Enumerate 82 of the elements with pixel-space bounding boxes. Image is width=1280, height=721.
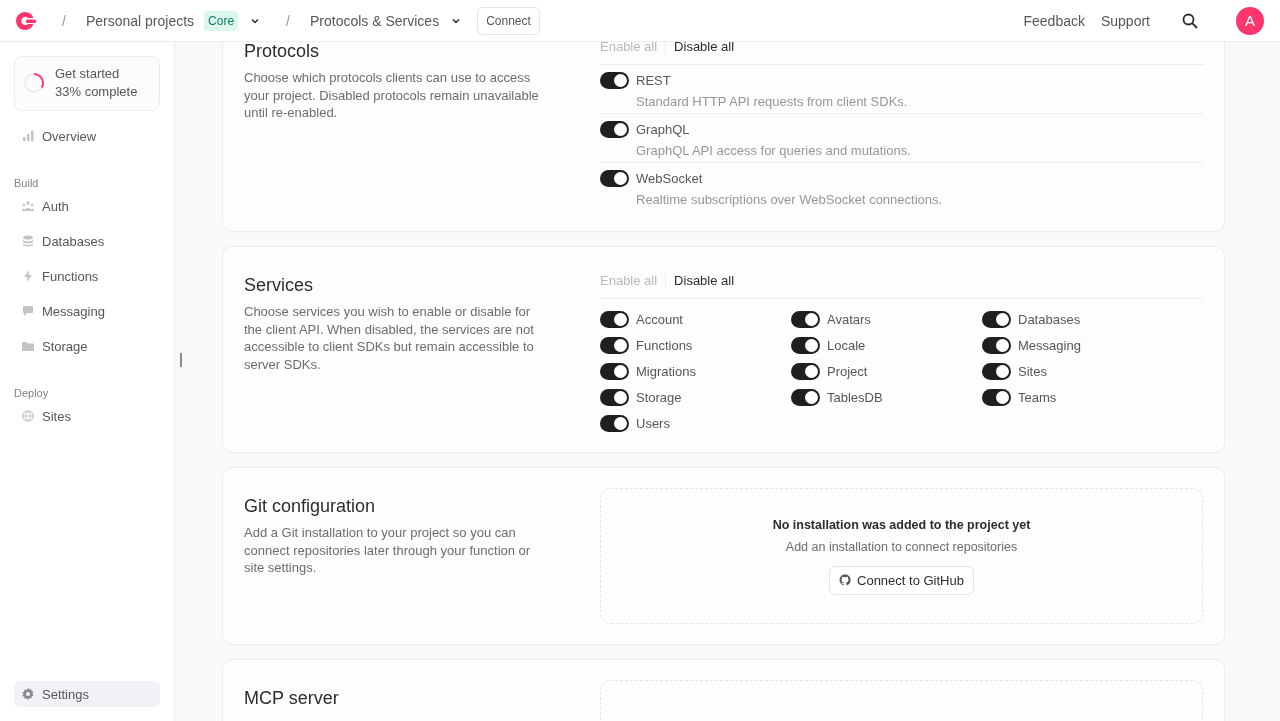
card-description: Add a Git installation to your project so you can connect repositories later through your function or site settings. (244, 524, 532, 577)
toggle-switch[interactable] (982, 363, 1011, 380)
toggle-label: Avatars (827, 311, 871, 328)
bar-chart-icon (22, 130, 34, 142)
toggle-label: Databases (1018, 311, 1081, 328)
toggle-switch[interactable] (982, 311, 1011, 328)
toggle-label: Account (636, 311, 683, 328)
toggle-label: Migrations (636, 363, 696, 380)
toggle-switch[interactable] (982, 389, 1011, 406)
card-description: Choose services you wish to enable or disable for the client API. When disabled, the services are not accessible to client SDKs but remain accessible to server SDKs. (244, 303, 535, 373)
header-link[interactable]: Support (1100, 12, 1150, 29)
toggle-switch[interactable] (791, 311, 820, 328)
sidebar-item[interactable]: Functions (14, 263, 160, 289)
toggle-label: Messaging (1018, 337, 1081, 354)
card-title: MCP server (244, 688, 340, 709)
progress-card[interactable]: Get started 33% complete (14, 56, 160, 111)
toggle-description: GraphQL API access for queries and mutations. (636, 142, 911, 159)
toggle-description: Realtime subscriptions over WebSocket connections. (636, 191, 943, 208)
plan-badge: Core (204, 10, 239, 31)
progress-ring (23, 72, 45, 94)
toggle-label: Storage (636, 389, 682, 406)
toggle-switch[interactable] (600, 415, 629, 432)
toggle-switch[interactable] (600, 389, 629, 406)
sidebar-item[interactable]: Overview (14, 123, 160, 149)
toggle-label: Users (636, 415, 670, 432)
toggle-label: TablesDB (827, 389, 883, 406)
toggle-description: Standard HTTP API requests from client SDKs. (636, 93, 908, 110)
connect-github-button[interactable]: Connect to GitHub (829, 565, 974, 595)
progress-title: Get started (55, 65, 121, 83)
toggle-switch[interactable] (791, 363, 820, 380)
toggle-switch[interactable] (600, 170, 629, 187)
toggle-switch[interactable] (600, 311, 629, 328)
toggle-label: Functions (636, 337, 693, 354)
empty-state-title: No installation was added to the project yet (772, 517, 1031, 532)
logo-icon (14, 10, 36, 31)
toggle-switch[interactable] (600, 72, 629, 89)
header-link[interactable]: Feedback (1023, 12, 1085, 29)
user-avatar[interactable]: A (1236, 6, 1264, 35)
breadcrumb-separator: / (62, 12, 66, 29)
sidebar-item[interactable]: Settings (14, 681, 160, 707)
sidebar-item[interactable]: Sites (14, 403, 160, 429)
breadcrumb-dropdown[interactable]: Protocols & Services (309, 12, 462, 29)
card-title: Git configuration (244, 496, 377, 517)
toggle-label: Locale (827, 337, 866, 354)
toggle-switch[interactable] (600, 363, 629, 380)
sidebar-item[interactable]: Databases (14, 228, 160, 254)
sidebar-item[interactable]: Auth (14, 193, 160, 219)
empty-state-text: Add an installation to connect repositories (785, 539, 1018, 554)
progress-percent: 33% complete (55, 83, 138, 101)
folder-icon (22, 340, 34, 352)
disable-all-button[interactable]: Disable all (665, 42, 743, 54)
section-heading: Build (14, 177, 40, 189)
resize-handle[interactable] (180, 353, 182, 367)
toggle-label: GraphQL (636, 121, 691, 138)
search-icon (1182, 12, 1198, 29)
settings-icon (22, 688, 34, 700)
toggle-switch[interactable] (791, 389, 820, 406)
toggle-label: Teams (1018, 389, 1057, 406)
github-icon (839, 574, 851, 586)
toggle-switch[interactable] (982, 337, 1011, 354)
disable-all-button[interactable]: Disable all (665, 273, 743, 288)
section-heading: Deploy (14, 387, 50, 399)
database-icon (22, 235, 34, 247)
breadcrumb-dropdown[interactable]: Personal projects Core (85, 10, 261, 31)
globe-icon (22, 410, 34, 422)
toggle-switch[interactable] (791, 337, 820, 354)
sidebar-item[interactable]: Storage (14, 333, 160, 359)
connect-button[interactable]: Connect (477, 6, 540, 35)
people-icon (22, 200, 34, 212)
toggle-switch[interactable] (600, 337, 629, 354)
breadcrumb-separator: / (286, 12, 290, 29)
toggle-switch[interactable] (600, 121, 629, 138)
lightning-bolt-icon (22, 270, 34, 282)
toggle-label: Project (827, 363, 868, 380)
sidebar-item[interactable]: Messaging (14, 298, 160, 324)
card-title: Protocols (244, 42, 321, 62)
toggle-label: REST (636, 72, 672, 89)
card-title: Services (244, 275, 315, 296)
toggle-label: Sites (1018, 363, 1047, 380)
card-description: Choose which protocols clients can use to access your project. Disabled protocols remain unavailable until re-enabled. (244, 69, 540, 122)
chat-bubble-icon (22, 305, 34, 317)
toggle-label: WebSocket (636, 170, 704, 187)
